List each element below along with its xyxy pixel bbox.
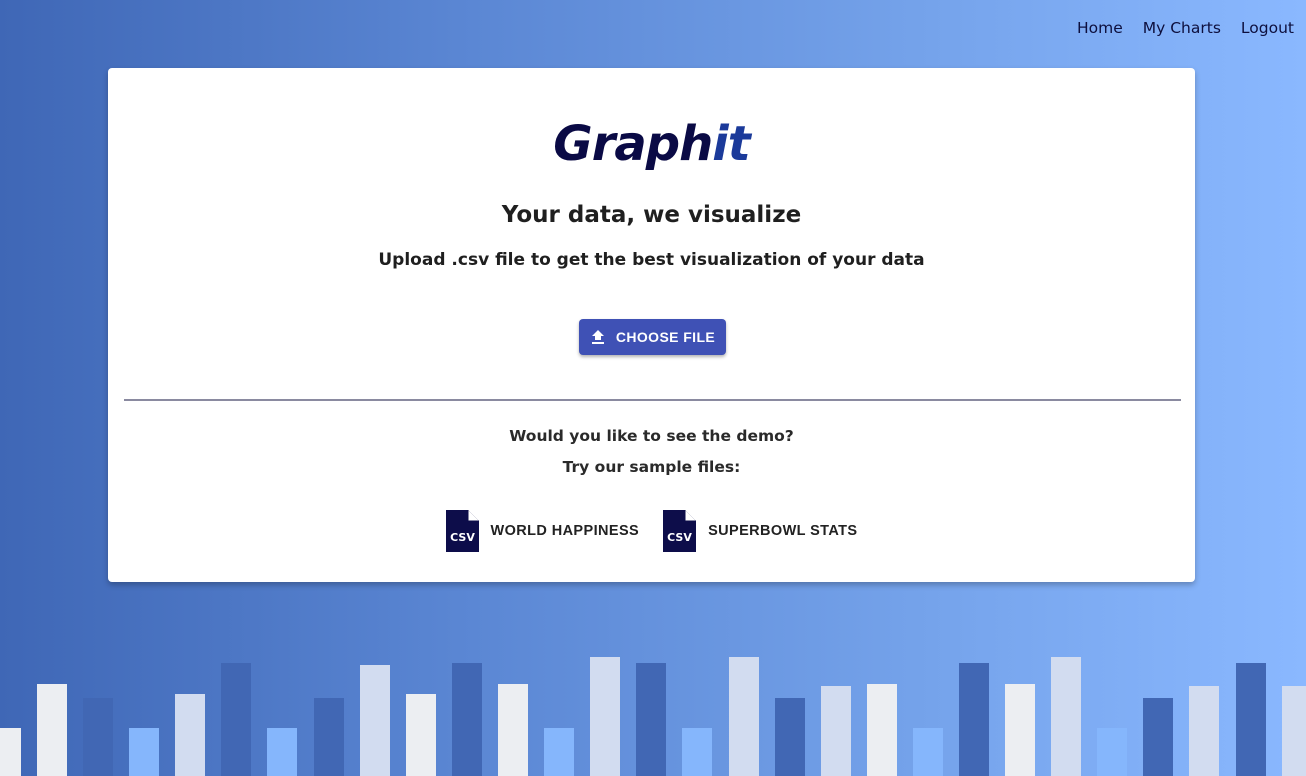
sample-superbowl-stats[interactable]: CSV SUPERBOWL STATS <box>663 510 857 552</box>
sample-superbowl-stats-label: SUPERBOWL STATS <box>708 523 858 539</box>
background-bar <box>682 728 712 776</box>
background-bar <box>37 684 67 776</box>
background-bar <box>775 698 805 776</box>
graphit-logo: Graphit <box>108 114 1195 174</box>
demo-question: Would you like to see the demo? <box>509 427 794 445</box>
background-bar <box>1005 684 1035 776</box>
upload-card: Graphit Your data, we visualize Upload .… <box>108 68 1195 582</box>
background-bar <box>452 663 482 776</box>
csv-file-icon: CSV <box>663 510 697 552</box>
background-bar <box>129 728 159 776</box>
background-bar <box>590 657 620 776</box>
csv-icon-text: CSV <box>450 531 475 544</box>
background-bar <box>1282 686 1306 776</box>
background-bar <box>959 663 989 776</box>
background-bar <box>1189 686 1219 776</box>
background-bar <box>1236 663 1266 776</box>
logo-text-it: it <box>712 116 750 172</box>
sample-files: CSV WORLD HAPPINESS CSV SUPERBOWL STATS <box>108 510 1195 552</box>
background-bar <box>267 728 297 776</box>
background-bars-graphic <box>0 657 1306 776</box>
background-bar <box>175 694 205 776</box>
csv-icon-text: CSV <box>667 531 692 544</box>
background-bar <box>0 728 21 776</box>
background-bar <box>729 657 759 776</box>
background-bars <box>0 646 1306 776</box>
demo-prompt: Try our sample files: <box>562 458 741 476</box>
background-bar <box>1051 657 1081 776</box>
csv-file-icon: CSV <box>445 510 479 552</box>
nav-home-link[interactable]: Home <box>1077 18 1123 38</box>
sample-world-happiness[interactable]: CSV WORLD HAPPINESS <box>445 510 640 552</box>
background-bar <box>221 663 251 776</box>
background-bar <box>913 728 943 776</box>
logo-text-graph: Graph <box>553 116 713 172</box>
background-bar <box>544 728 574 776</box>
nav-my-charts-link[interactable]: My Charts <box>1143 18 1221 38</box>
nav-logout-link[interactable]: Logout <box>1241 18 1294 38</box>
background-bar <box>636 663 666 776</box>
background-bar <box>360 665 390 776</box>
upload-icon <box>591 330 604 344</box>
background-bar <box>406 694 436 776</box>
page-subtitle: Upload .csv file to get the best visuali… <box>378 250 925 270</box>
background-bar <box>314 698 344 776</box>
top-nav: Home My Charts Logout <box>1077 18 1294 38</box>
background-bar <box>821 686 851 776</box>
background-bar <box>867 684 897 776</box>
background-bar <box>1143 698 1173 776</box>
background-bar <box>498 684 528 776</box>
page-tagline: Your data, we visualize <box>501 202 802 228</box>
choose-file-label: CHOOSE FILE <box>615 329 716 345</box>
sample-world-happiness-label: WORLD HAPPINESS <box>490 523 640 539</box>
section-divider <box>124 399 1181 401</box>
background-bar <box>83 698 113 776</box>
choose-file-button[interactable]: CHOOSE FILE <box>579 319 726 355</box>
background-bar <box>1097 728 1127 776</box>
